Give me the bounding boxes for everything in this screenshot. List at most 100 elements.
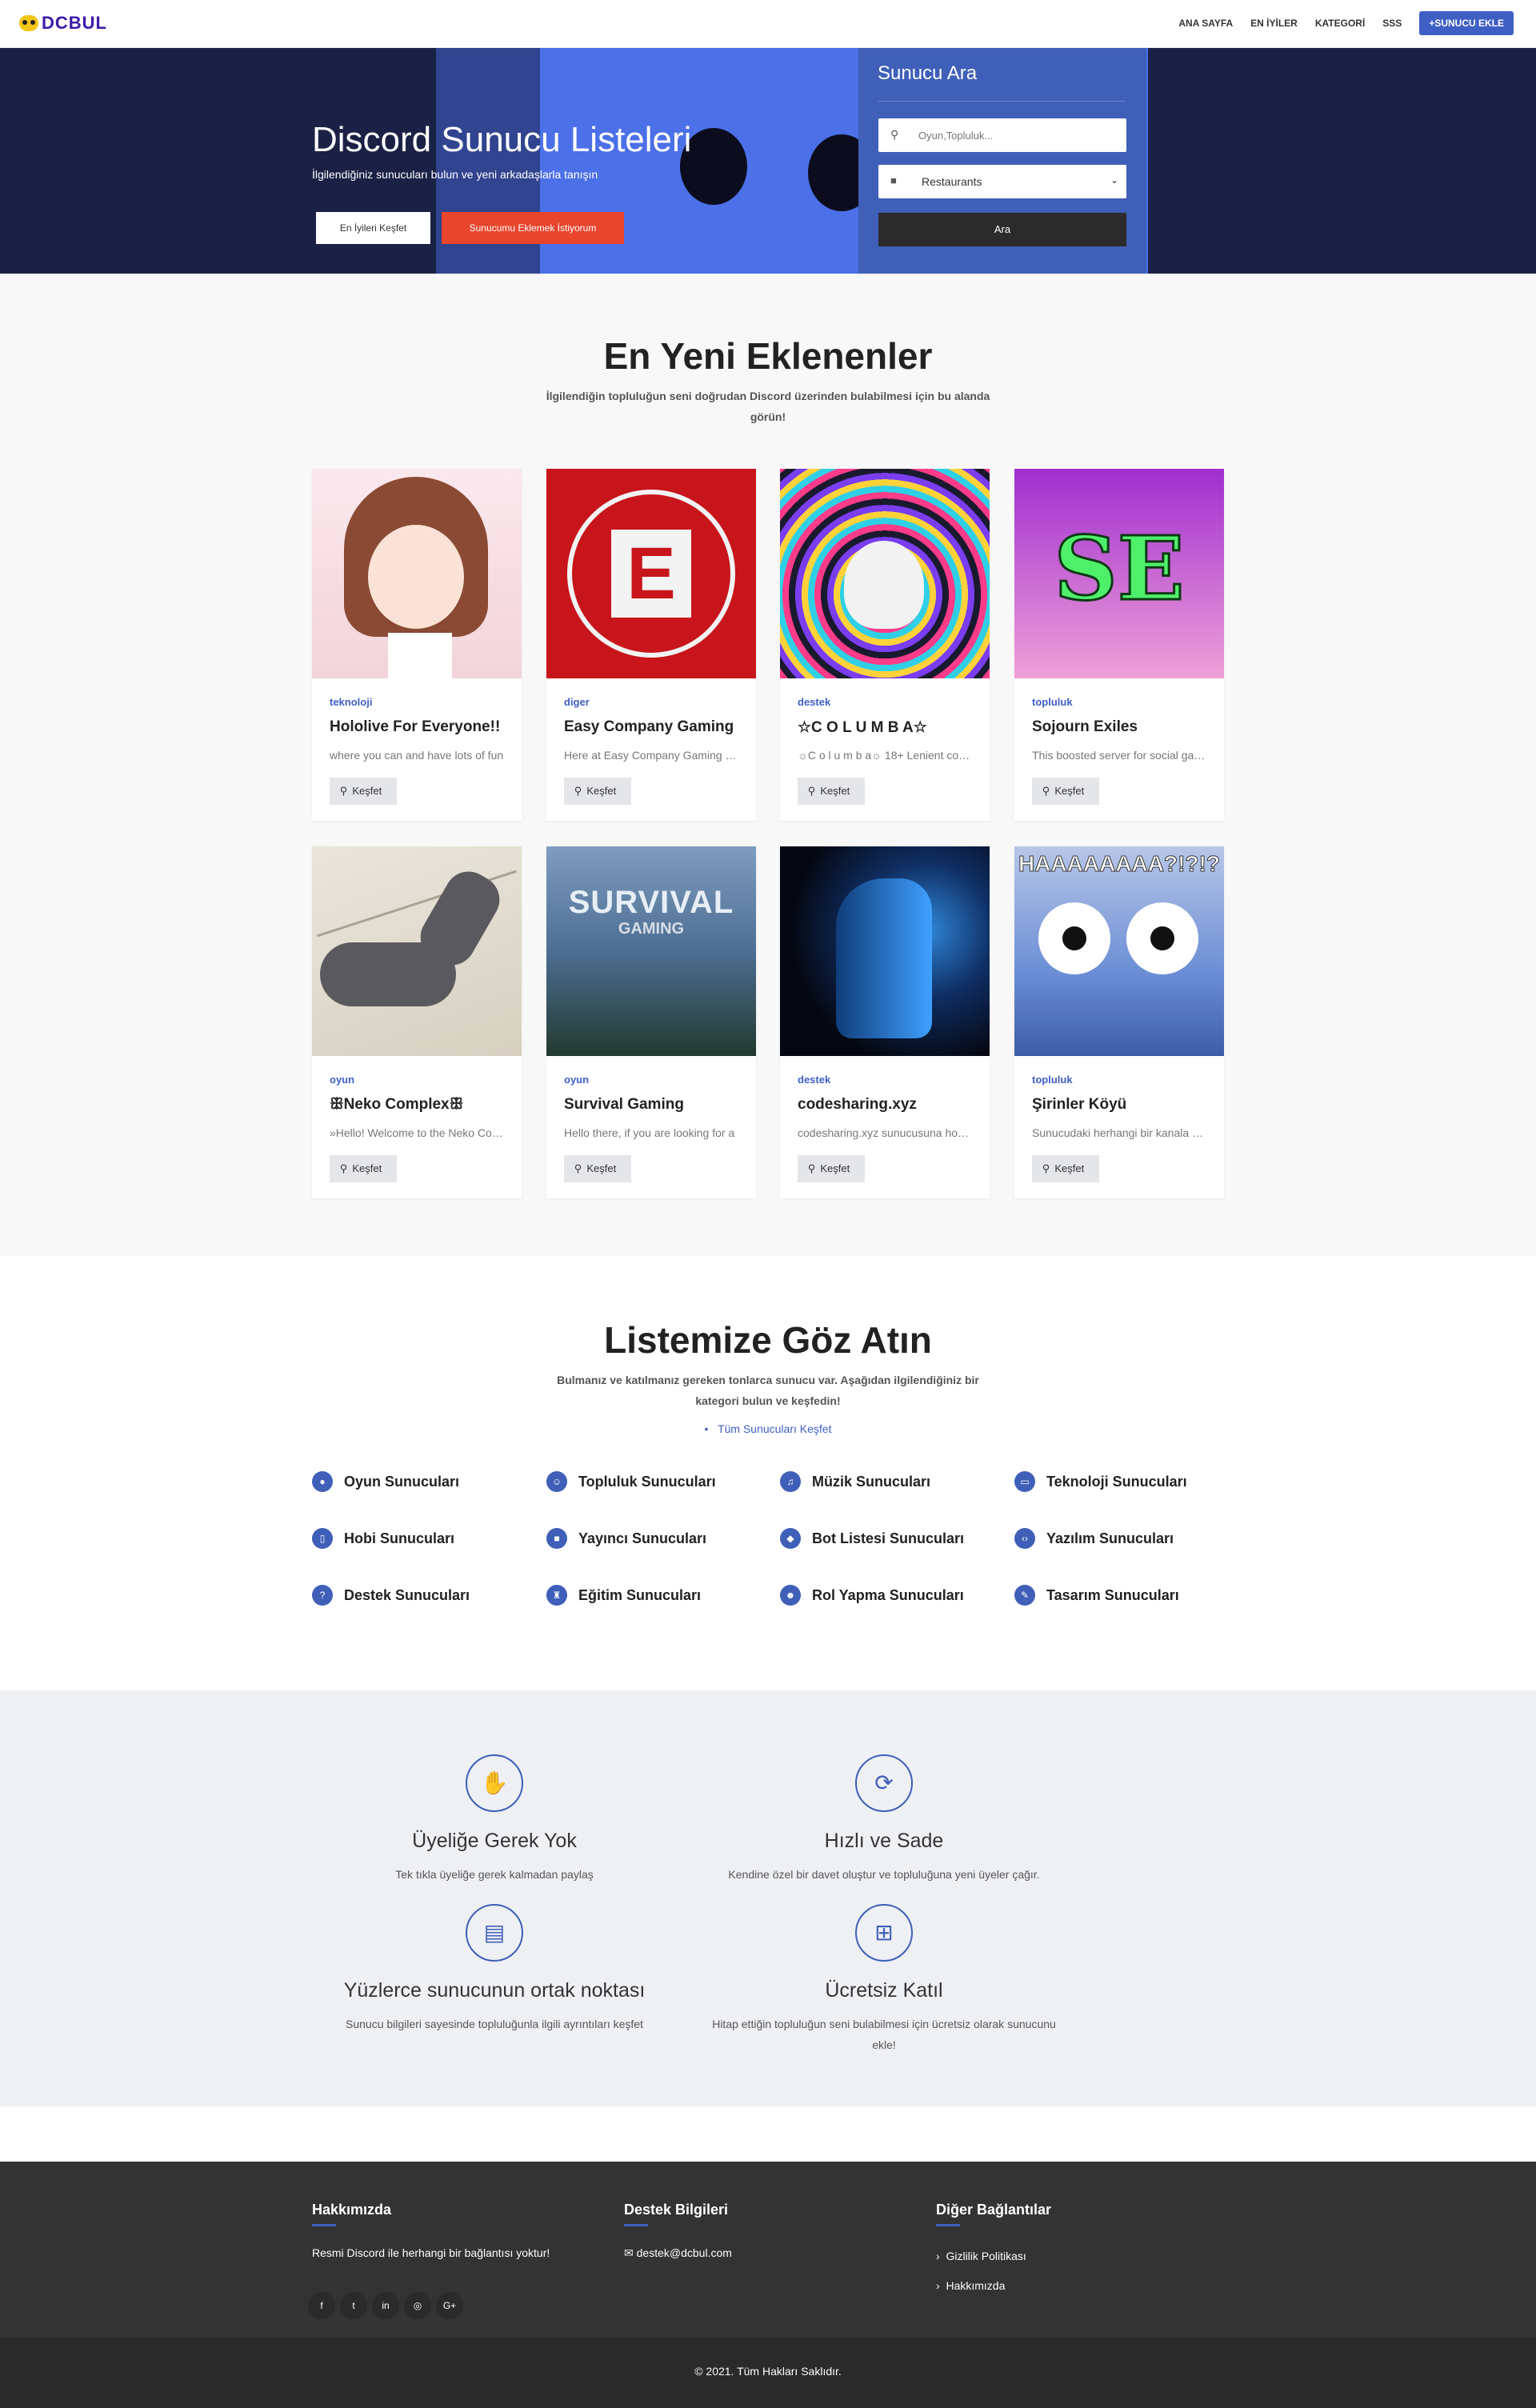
add-server-button[interactable]: +SUNUCU EKLE: [1419, 11, 1514, 35]
pencil-icon: ✎: [1014, 1585, 1035, 1606]
explore-button[interactable]: ⚲ Keşfet: [798, 778, 865, 805]
server-card-image: [780, 846, 990, 1056]
explore-button[interactable]: ⚲ Keşfet: [798, 1155, 865, 1182]
feature-title: Üyeliğe Gerek Yok: [412, 1830, 577, 1852]
explore-button[interactable]: ⚲ Keşfet: [564, 1155, 631, 1182]
explore-button[interactable]: ⚲ Keşfet: [1032, 778, 1099, 805]
privacy-policy-link[interactable]: › Gizlilik Politikası: [936, 2250, 1026, 2262]
category-label: Bot Listesi Sunucuları: [812, 1530, 965, 1546]
google-plus-icon[interactable]: G+: [436, 2292, 463, 2319]
about-link[interactable]: › Hakkımızda: [936, 2279, 1005, 2292]
categories-subtitle: Bulmanız ve katılmanız gereken tonlarca …: [557, 1374, 979, 1407]
facebook-icon[interactable]: f: [308, 2292, 335, 2319]
category-hobby[interactable]: ▯ Hobi Sunucuları: [312, 1528, 454, 1549]
footer: Hakkımızda Resmi Discord ile herhangi bi…: [0, 2162, 1536, 2338]
explore-button[interactable]: ⚲ Keşfet: [330, 1155, 397, 1182]
feature-title: Ücretsiz Katıl: [825, 1979, 943, 2002]
category-label: Oyun Sunucuları: [344, 1473, 460, 1490]
category-education[interactable]: ♜ Eğitim Sunucuları: [546, 1585, 701, 1606]
category-select[interactable]: Restaurants: [878, 165, 1126, 198]
server-card-desc: codesharing.xyz sunucusuna hoş geldin: [798, 1126, 974, 1139]
features-section: ✋ Üyeliğe Gerek Yok Tek tıkla üyeliğe ge…: [0, 1690, 1536, 2106]
search-button[interactable]: Ara: [878, 213, 1126, 246]
site-logo[interactable]: DCBUL: [19, 13, 107, 34]
latest-title: En Yeni Eklenenler: [603, 335, 933, 377]
category-design[interactable]: ✎ Tasarım Sunucuları: [1014, 1585, 1179, 1606]
server-card-category[interactable]: topluluk: [1032, 696, 1073, 708]
footer-about-title: Hakkımızda: [312, 2202, 392, 2218]
robot-icon: ◆: [780, 1528, 801, 1549]
nav-link-best[interactable]: EN İYİLER: [1250, 18, 1298, 29]
explore-button[interactable]: ⚲ Keşfet: [1032, 1155, 1099, 1182]
category-label: Topluluk Sunucuları: [578, 1473, 716, 1490]
explore-button[interactable]: ⚲ Keşfet: [330, 778, 397, 805]
search-icon: ⚲: [1042, 1162, 1050, 1174]
category-streamer[interactable]: ■ Yayıncı Sunucuları: [546, 1528, 706, 1549]
feature-free-join: ⊞ Ücretsiz Katıl Hitap ettiğin topluluğu…: [708, 1904, 1060, 2055]
server-card-category[interactable]: destek: [798, 696, 830, 708]
category-music[interactable]: ♫ Müzik Sunucuları: [780, 1471, 930, 1492]
server-card[interactable]: SE topluluk Sojourn Exiles This boosted …: [1014, 469, 1224, 821]
category-software[interactable]: ‹› Yazılım Sunucuları: [1014, 1528, 1174, 1549]
category-bot-list[interactable]: ◆ Bot Listesi Sunucuları: [780, 1528, 964, 1549]
category-community[interactable]: ☺ Topluluk Sunucuları: [546, 1471, 716, 1492]
server-card-category[interactable]: diger: [564, 696, 590, 708]
server-card[interactable]: SURVIVAL GAMING oyun Survival Gaming Hel…: [546, 846, 756, 1198]
server-card-title[interactable]: ☆C O L U M B A☆: [798, 718, 982, 737]
question-icon: ?: [312, 1585, 333, 1606]
server-card-title[interactable]: Şirinler Köyü: [1032, 1096, 1216, 1114]
server-card[interactable]: oyun ꕥNeko Complexꕥ »Hello! Welcome to t…: [312, 846, 522, 1198]
server-card-category[interactable]: topluluk: [1032, 1074, 1073, 1086]
support-email-link[interactable]: ✉ destek@dcbul.com: [624, 2246, 732, 2260]
logo-icon: [19, 15, 38, 31]
nav-links: ANA SAYFA EN İYİLER KATEGORİ SSS +SUNUCU…: [1178, 11, 1514, 35]
linkedin-icon[interactable]: in: [372, 2292, 399, 2319]
users-icon: ☺: [546, 1471, 567, 1492]
server-card-image: [780, 469, 990, 678]
server-card-category[interactable]: oyun: [564, 1074, 589, 1086]
server-card-title[interactable]: Sojourn Exiles: [1032, 718, 1216, 736]
category-technology[interactable]: ▭ Teknoloji Sunucuları: [1014, 1471, 1187, 1492]
instagram-icon[interactable]: ◎: [404, 2292, 431, 2319]
feature-common-point: ▤ Yüzlerce sunucunun ortak noktası Sunuc…: [294, 1904, 694, 2034]
server-card[interactable]: destek codesharing.xyz codesharing.xyz s…: [780, 846, 990, 1198]
search-input[interactable]: [878, 118, 1126, 152]
nav-link-home[interactable]: ANA SAYFA: [1178, 18, 1233, 29]
server-card-category[interactable]: teknoloji: [330, 696, 372, 708]
explore-label: Keşfet: [586, 785, 617, 797]
footer-underline: [624, 2224, 648, 2226]
server-card-title[interactable]: Survival Gaming: [564, 1096, 748, 1114]
all-servers-link[interactable]: • Tüm Sunucuları Keşfet: [0, 1422, 1536, 1435]
hero-title: Discord Sunucu Listeleri: [312, 120, 692, 159]
id-card-icon: ▤: [466, 1904, 523, 1962]
category-label: Rol Yapma Sunucuları: [812, 1586, 964, 1603]
server-card-category[interactable]: destek: [798, 1074, 830, 1086]
server-card-title[interactable]: Easy Company Gaming: [564, 718, 748, 736]
latest-section: En Yeni Eklenenler İlgilendiğin topluluğ…: [0, 274, 1536, 1256]
server-card-title[interactable]: Hololive For Everyone!!: [330, 718, 514, 736]
server-card-category[interactable]: oyun: [330, 1074, 354, 1086]
server-card[interactable]: E diger Easy Company Gaming Here at Easy…: [546, 469, 756, 821]
category-label: Tasarım Sunucuları: [1046, 1586, 1179, 1603]
twitter-icon[interactable]: t: [340, 2292, 367, 2319]
folder-icon: ■: [890, 174, 897, 186]
gamepad-icon: ●: [312, 1471, 333, 1492]
search-icon: ⚲: [574, 1162, 582, 1174]
category-roleplay[interactable]: ☻ Rol Yapma Sunucuları: [780, 1585, 964, 1606]
nav-link-faq[interactable]: SSS: [1382, 18, 1402, 29]
server-card[interactable]: teknoloji Hololive For Everyone!! where …: [312, 469, 522, 821]
search-panel-divider: [878, 101, 1126, 102]
explore-button[interactable]: ⚲ Keşfet: [564, 778, 631, 805]
server-card[interactable]: destek ☆C O L U M B A☆ ☼C o l u m b a☼ 1…: [780, 469, 990, 821]
server-card-desc: Sunucudaki herhangi bir kanala yazın: [1032, 1126, 1208, 1139]
server-card[interactable]: HAAAAAAAA?!?!? topluluk Şirinler Köyü Su…: [1014, 846, 1224, 1198]
nav-link-category[interactable]: KATEGORİ: [1315, 18, 1365, 29]
server-card-title[interactable]: codesharing.xyz: [798, 1096, 982, 1114]
category-game[interactable]: ● Oyun Sunucuları: [312, 1471, 459, 1492]
explore-best-button[interactable]: En İyileri Keşfet: [316, 212, 430, 244]
category-label: Yazılım Sunucuları: [1046, 1530, 1174, 1546]
feature-title: Hızlı ve Sade: [824, 1830, 944, 1852]
add-my-server-button[interactable]: Sunucumu Eklemek İstiyorum: [442, 212, 624, 244]
server-card-title[interactable]: ꕥNeko Complexꕥ: [330, 1096, 514, 1114]
category-support[interactable]: ? Destek Sunucuları: [312, 1585, 470, 1606]
